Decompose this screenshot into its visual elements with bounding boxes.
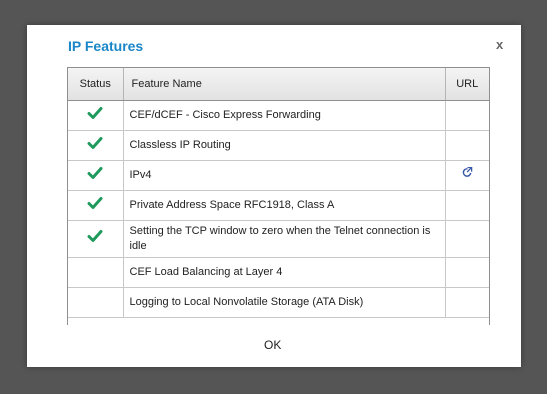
close-button[interactable]: x [496, 37, 503, 52]
table-row[interactable]: CEF Load Balancing at Layer 4 [68, 257, 489, 288]
table-row[interactable]: CEF/dCEF - Cisco Express Forwarding [68, 100, 489, 131]
checkmark-icon [87, 195, 103, 211]
url-cell [445, 287, 489, 318]
table-row[interactable]: Setting the TCP window to zero when the … [68, 220, 489, 258]
column-header-feature-name[interactable]: Feature Name [123, 68, 446, 101]
url-cell [445, 190, 489, 221]
feature-name-cell: Classless IP Routing [123, 130, 446, 161]
table-row[interactable]: IPv4 [68, 160, 489, 191]
feature-name-cell: CEF Load Balancing at Layer 4 [123, 257, 446, 288]
external-link-icon[interactable] [462, 166, 473, 178]
table-row[interactable]: Private Address Space RFC1918, Class A [68, 190, 489, 221]
features-table-container[interactable]: Status Feature Name URL CEF/dCEF - Cisco… [67, 67, 490, 325]
table-header-row: Status Feature Name URL [68, 68, 489, 101]
ok-button[interactable]: OK [264, 338, 281, 352]
column-header-status[interactable]: Status [68, 68, 124, 101]
feature-name-cell: Setting the TCP window to zero when the … [123, 220, 446, 258]
status-cell [68, 160, 124, 191]
url-cell [445, 100, 489, 131]
feature-name-cell: Logging to Local Nonvolatile Storage (AT… [123, 287, 446, 318]
feature-name-cell: CEF/dCEF - Cisco Express Forwarding [123, 100, 446, 131]
checkmark-icon [87, 135, 103, 151]
checkmark-icon [87, 105, 103, 121]
feature-name-cell: Private Address Space RFC1918, Class A [123, 190, 446, 221]
url-cell [445, 130, 489, 161]
status-cell [68, 287, 124, 318]
url-cell [445, 257, 489, 288]
dialog-title: IP Features [68, 38, 144, 54]
status-cell [68, 220, 124, 258]
checkmark-icon [87, 228, 103, 244]
column-header-url[interactable]: URL [445, 68, 489, 101]
status-cell [68, 100, 124, 131]
status-cell [68, 190, 124, 221]
status-cell [68, 130, 124, 161]
feature-name-cell: IPv4 [123, 160, 446, 191]
checkmark-icon [87, 165, 103, 181]
url-cell [445, 220, 489, 258]
features-table: Status Feature Name URL CEF/dCEF - Cisco… [68, 68, 489, 318]
status-cell [68, 257, 124, 288]
table-row[interactable]: Logging to Local Nonvolatile Storage (AT… [68, 287, 489, 318]
table-row[interactable]: Classless IP Routing [68, 130, 489, 161]
ip-features-dialog: IP Features x Status Feature Name URL CE… [27, 25, 521, 367]
url-cell [445, 160, 489, 191]
